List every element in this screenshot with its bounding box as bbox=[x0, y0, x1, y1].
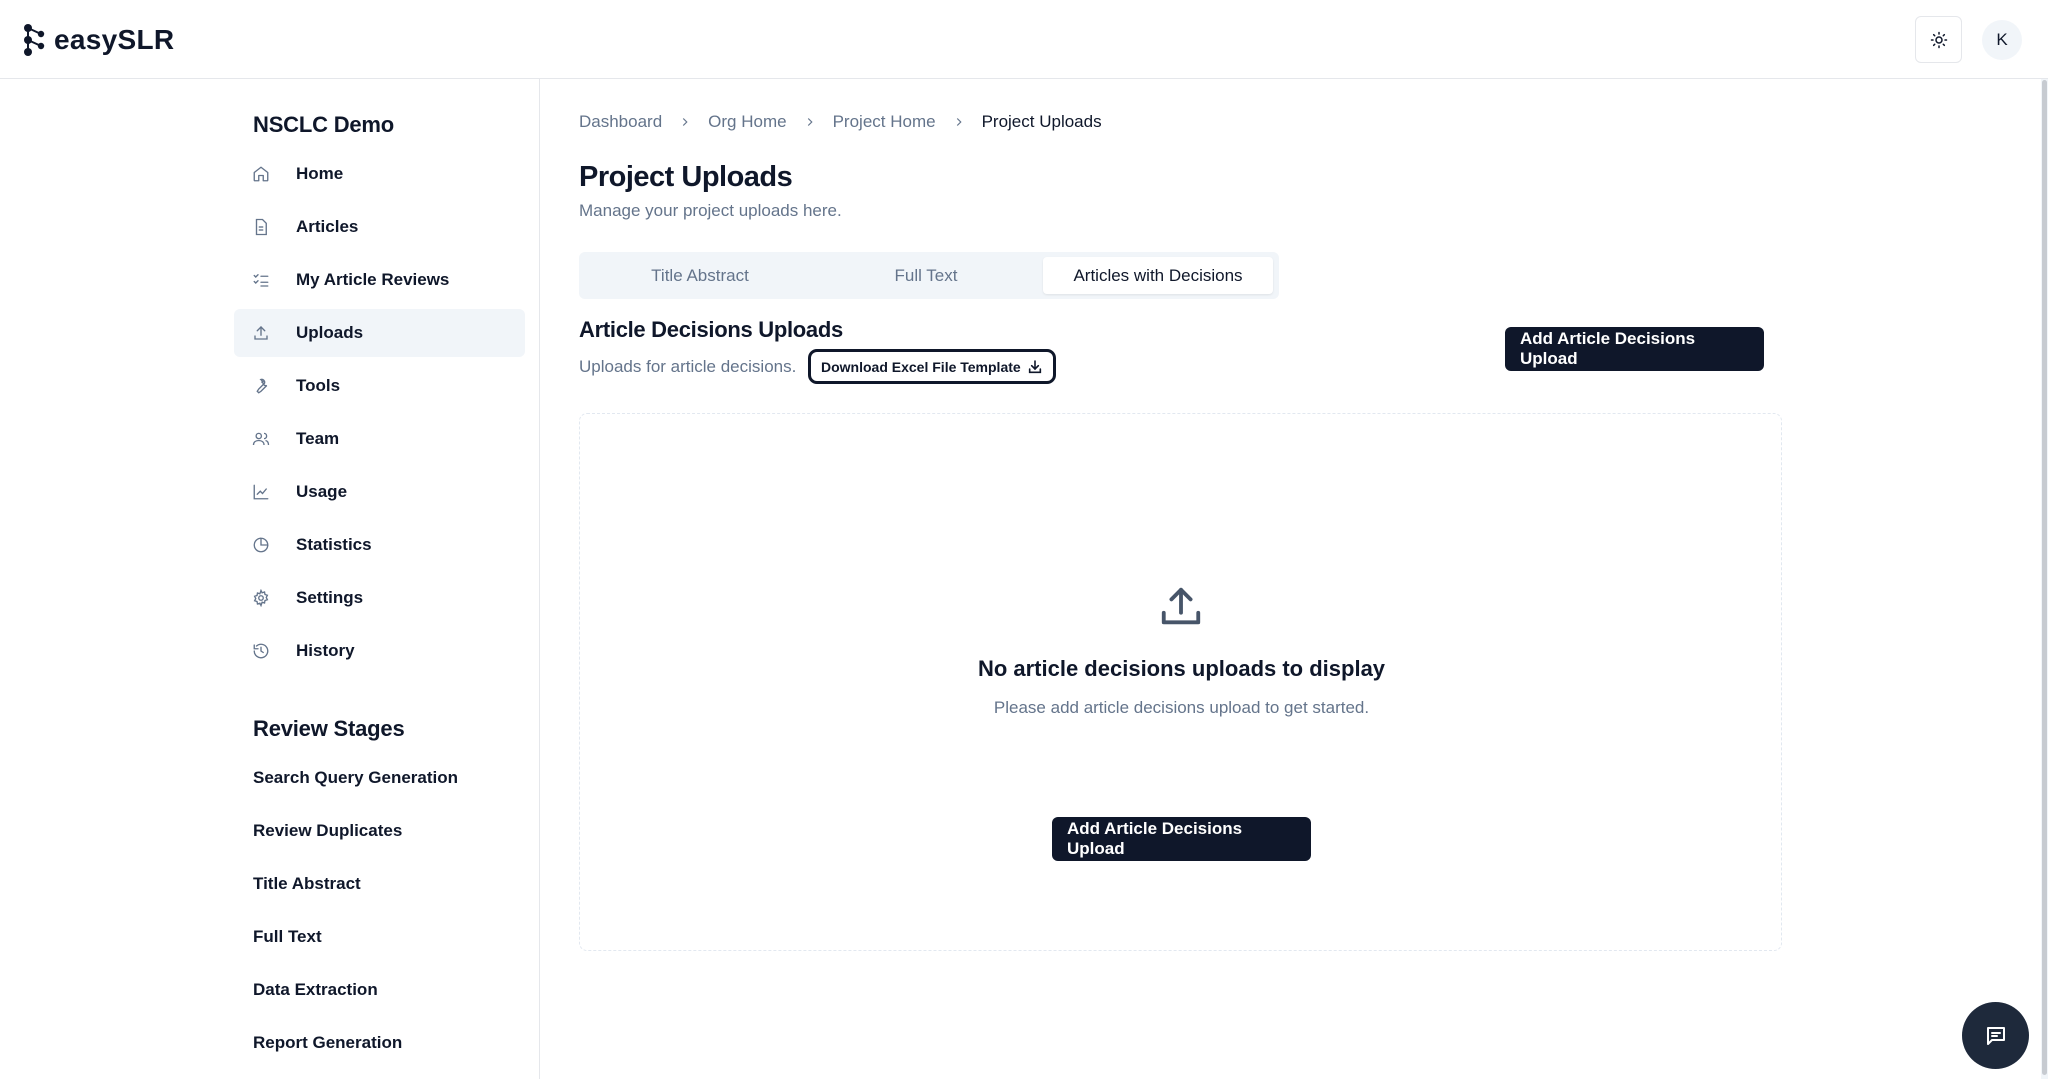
download-template-button[interactable]: Download Excel File Template bbox=[808, 349, 1056, 384]
sidebar-item-team[interactable]: Team bbox=[234, 415, 525, 463]
download-template-label: Download Excel File Template bbox=[821, 358, 1021, 375]
breadcrumb: Dashboard Org Home Project Home Project … bbox=[579, 112, 1102, 132]
pie-chart-icon bbox=[253, 537, 269, 553]
sidebar-item-statistics[interactable]: Statistics bbox=[234, 521, 525, 569]
chat-icon bbox=[1986, 1026, 2005, 1045]
breadcrumb-project-home[interactable]: Project Home bbox=[833, 112, 936, 132]
upload-tabs: Title Abstract Full Text Articles with D… bbox=[579, 252, 1279, 299]
home-icon bbox=[253, 166, 269, 182]
sidebar-item-history[interactable]: History bbox=[234, 627, 525, 675]
app-name: easySLR bbox=[54, 24, 175, 55]
scrollbar-thumb[interactable] bbox=[2042, 80, 2047, 1075]
tab-title-abstract[interactable]: Title Abstract bbox=[587, 257, 813, 294]
sidebar-item-label: Articles bbox=[296, 217, 359, 236]
upload-icon bbox=[1161, 587, 1201, 625]
chevron-right-icon bbox=[952, 115, 966, 129]
line-chart-icon bbox=[253, 484, 269, 500]
chevron-right-icon bbox=[803, 115, 817, 129]
breadcrumb-org-home[interactable]: Org Home bbox=[708, 112, 786, 132]
sidebar-item-settings[interactable]: Settings bbox=[234, 574, 525, 622]
sidebar-item-articles[interactable]: Articles bbox=[234, 203, 525, 251]
upload-icon bbox=[254, 326, 268, 340]
chat-button[interactable] bbox=[1962, 1002, 2029, 1069]
sidebar-item-label: Uploads bbox=[296, 323, 364, 342]
sidebar-item-uploads[interactable]: Uploads bbox=[234, 309, 525, 357]
breadcrumb-current: Project Uploads bbox=[981, 112, 1102, 131]
sidebar-item-label: My Article Reviews bbox=[296, 270, 450, 289]
sidebar-item-tools[interactable]: Tools bbox=[234, 362, 525, 410]
breadcrumb-dashboard[interactable]: Dashboard bbox=[579, 112, 662, 132]
theme-toggle-button[interactable] bbox=[1915, 16, 1962, 63]
sidebar-item-label: Usage bbox=[296, 482, 348, 501]
add-article-decisions-upload-button[interactable]: Add Article Decisions Upload bbox=[1505, 327, 1764, 371]
sidebar-item-usage[interactable]: Usage bbox=[234, 468, 525, 516]
sidebar-item-label: Home bbox=[296, 164, 344, 183]
sidebar: NSCLC Demo Home Articles My Article Revi… bbox=[0, 79, 540, 1079]
sidebar-item-home[interactable]: Home bbox=[234, 150, 525, 198]
empty-state-title: No article decisions uploads to display bbox=[977, 656, 1386, 681]
logo-icon bbox=[24, 24, 45, 56]
history-icon bbox=[253, 643, 269, 659]
stage-item-full-text[interactable]: Full Text bbox=[253, 927, 322, 947]
avatar[interactable]: K bbox=[1982, 20, 2022, 60]
document-icon bbox=[255, 218, 267, 236]
gear-icon bbox=[253, 589, 269, 607]
stage-item-title-abstract[interactable]: Title Abstract bbox=[253, 874, 361, 894]
section-subtitle: Uploads for article decisions. bbox=[579, 357, 797, 376]
sidebar-item-label: History bbox=[296, 641, 355, 660]
empty-state: No article decisions uploads to display … bbox=[579, 413, 1782, 951]
project-title: NSCLC Demo bbox=[253, 112, 395, 137]
sidebar-item-label: Tools bbox=[296, 376, 341, 395]
review-stages-title: Review Stages bbox=[253, 716, 405, 741]
tab-articles-with-decisions[interactable]: Articles with Decisions bbox=[1043, 257, 1273, 294]
empty-state-add-upload-button[interactable]: Add Article Decisions Upload bbox=[1052, 817, 1311, 861]
sidebar-item-label: Settings bbox=[296, 588, 364, 607]
download-icon bbox=[1028, 359, 1041, 373]
sun-icon bbox=[1930, 31, 1947, 48]
main-content: Dashboard Org Home Project Home Project … bbox=[541, 79, 2048, 1079]
chevron-right-icon bbox=[678, 115, 692, 129]
page-subtitle: Manage your project uploads here. bbox=[579, 201, 842, 220]
wrench-icon bbox=[256, 378, 268, 394]
top-bar: easySLR K bbox=[0, 0, 2048, 79]
app-logo[interactable]: easySLR bbox=[22, 22, 174, 58]
tab-full-text[interactable]: Full Text bbox=[813, 257, 1039, 294]
sidebar-item-my-article-reviews[interactable]: My Article Reviews bbox=[234, 256, 525, 304]
sidebar-item-label: Team bbox=[296, 429, 340, 448]
stage-item-data-extraction[interactable]: Data Extraction bbox=[253, 980, 378, 1000]
users-icon bbox=[252, 432, 270, 446]
stage-item-report-generation[interactable]: Report Generation bbox=[253, 1033, 402, 1053]
stage-item-review-duplicates[interactable]: Review Duplicates bbox=[253, 821, 402, 841]
sidebar-item-label: Statistics bbox=[296, 535, 372, 554]
stage-item-search-query-generation[interactable]: Search Query Generation bbox=[253, 768, 458, 788]
section-title: Article Decisions Uploads bbox=[579, 317, 843, 342]
checklist-icon bbox=[253, 274, 269, 287]
page-title: Project Uploads bbox=[579, 161, 793, 193]
empty-state-subtitle: Please add article decisions upload to g… bbox=[993, 698, 1370, 717]
